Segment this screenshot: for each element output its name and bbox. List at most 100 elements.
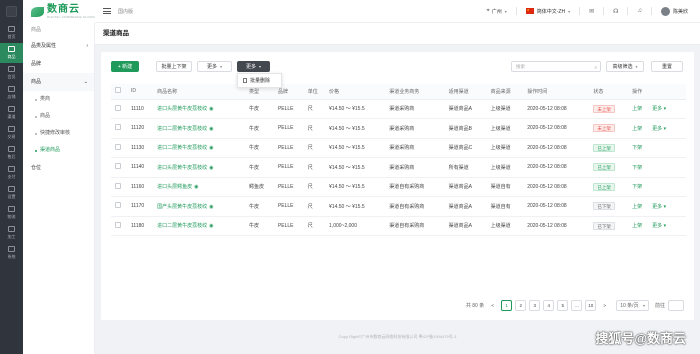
rail-item-7[interactable]: 支付 bbox=[0, 163, 23, 183]
dropdown-menu: 批量删除 bbox=[237, 73, 282, 88]
rail-item-4[interactable]: 渠道 bbox=[0, 103, 23, 123]
more-label: 更多 bbox=[206, 64, 217, 70]
rail-item-0[interactable]: 首页 bbox=[0, 23, 23, 43]
eye-icon[interactable]: ◉ bbox=[209, 126, 213, 132]
avatar[interactable] bbox=[660, 6, 670, 16]
brand-logo[interactable]: 数商云 DIGITAL COMMERCE CLOUD bbox=[23, 0, 95, 23]
page-button[interactable]: 5 bbox=[557, 300, 569, 311]
page-button[interactable]: 2 bbox=[515, 300, 527, 311]
goods-name-link[interactable]: 进口头层黄牛皮荔枝纹 bbox=[157, 106, 207, 112]
cell-price: ¥14.50 ～ ¥15.5 bbox=[325, 138, 386, 158]
row-checkbox[interactable] bbox=[115, 221, 121, 228]
sidebar-subitem-3[interactable]: 渠道商品 bbox=[23, 142, 94, 159]
sidebar-item-goods[interactable]: 商品 ⌄ bbox=[23, 73, 94, 91]
row-checkbox[interactable] bbox=[115, 163, 121, 170]
sidebar-item-position[interactable]: 仓位 bbox=[23, 159, 94, 177]
goto-input[interactable] bbox=[668, 300, 684, 311]
new-button[interactable]: + 新建 bbox=[111, 61, 139, 72]
more-button[interactable]: 更多 ▾ bbox=[197, 61, 232, 72]
shelf-action-link[interactable]: 下架 bbox=[632, 145, 642, 151]
cell-time: 2020-05-12 08:08 bbox=[523, 177, 590, 197]
table-row: 11130 进口二层黄牛皮荔枝纹 ◉ 牛皮 PELLE 尺 ¥14.50 ～ ¥1… bbox=[111, 138, 686, 158]
bell-icon[interactable]: ♫ bbox=[637, 8, 642, 14]
page-button[interactable]: 3 bbox=[529, 300, 541, 311]
advanced-filter-button[interactable]: 高级筛选 ▾ bbox=[606, 61, 644, 72]
status-badge: 已上架 bbox=[593, 182, 615, 191]
brand-name: 数商云 bbox=[47, 3, 80, 15]
shelf-action-link[interactable]: 上架 bbox=[632, 204, 642, 210]
batch-shelf-button[interactable]: 批量上下架 bbox=[156, 61, 192, 72]
rail-item-6[interactable]: 售后 bbox=[0, 143, 23, 163]
rail-item-5[interactable]: 交易 bbox=[0, 123, 23, 143]
cell-price: ¥14.50 ～ ¥15.5 bbox=[325, 99, 386, 119]
eye-icon[interactable]: ◉ bbox=[209, 223, 213, 229]
table-row: 11170 国产头层黄牛皮荔枝纹 ◉ 牛皮 PELLE 尺 ¥14.50 ～ ¥1… bbox=[111, 196, 686, 217]
row-select-cell bbox=[111, 216, 127, 236]
more-dropdown-button[interactable]: 更多 ▾ bbox=[237, 61, 270, 72]
row-checkbox[interactable] bbox=[115, 124, 121, 131]
eye-icon[interactable]: ◉ bbox=[209, 106, 213, 112]
rail-item-3[interactable]: 店铺 bbox=[0, 83, 23, 103]
next-page-button[interactable]: > bbox=[599, 300, 610, 311]
page-button[interactable]: 1 bbox=[501, 300, 513, 311]
shelf-action-link[interactable]: 上架 bbox=[632, 223, 642, 229]
goods-name-link[interactable]: 进口二层黄牛皮荔枝纹 bbox=[157, 223, 207, 229]
chevron-down-icon: ▾ bbox=[504, 8, 507, 14]
prev-page-button[interactable]: < bbox=[487, 300, 498, 311]
more-actions-link[interactable]: 更多 ▾ bbox=[652, 223, 666, 229]
location-selector[interactable]: 广州 bbox=[492, 8, 502, 15]
cell-source: 上级渠道 bbox=[486, 157, 524, 178]
cell-price: ¥14.50 ～ ¥15.5 bbox=[325, 157, 386, 178]
eye-icon[interactable]: ◉ bbox=[209, 204, 213, 210]
more-actions-link[interactable]: 更多 ▾ bbox=[652, 126, 666, 132]
shelf-action-link[interactable]: 下架 bbox=[632, 165, 642, 171]
goods-name-link[interactable]: 进口二层黄牛皮荔枝纹 bbox=[157, 145, 207, 151]
rail-item-8[interactable]: 设置 bbox=[0, 183, 23, 203]
row-checkbox[interactable] bbox=[115, 202, 121, 209]
menu-toggle-icon[interactable] bbox=[103, 7, 111, 16]
language-selector[interactable]: 简体中文-ZH bbox=[537, 8, 565, 15]
shelf-action-link[interactable]: 下架 bbox=[632, 184, 642, 190]
sidebar-item-category[interactable]: 品类及属性 › bbox=[23, 37, 94, 55]
page-button[interactable]: … bbox=[571, 300, 583, 311]
user-name[interactable]: 陈美欣 bbox=[673, 8, 688, 15]
eye-icon[interactable]: ◉ bbox=[209, 145, 213, 151]
eye-icon[interactable]: ◉ bbox=[194, 184, 198, 190]
page-button[interactable]: 4 bbox=[543, 300, 555, 311]
message-icon[interactable]: ✉ bbox=[589, 8, 594, 15]
goods-name-link[interactable]: 国产头层黄牛皮荔枝纹 bbox=[157, 204, 207, 210]
rail-item-1[interactable]: 商品 bbox=[0, 43, 23, 63]
goods-name-link[interactable]: 进口头层鳄鱼皮 bbox=[157, 184, 192, 190]
search-icon[interactable]: ⌕ bbox=[594, 63, 597, 72]
page-size-select[interactable]: 10 条/页 ▾ bbox=[616, 300, 649, 311]
shelf-action-link[interactable]: 上架 bbox=[632, 106, 642, 112]
row-checkbox[interactable] bbox=[115, 143, 121, 150]
rail-item-11[interactable]: 系统 bbox=[0, 243, 23, 263]
batch-delete-item[interactable]: 批量删除 bbox=[250, 77, 270, 84]
sidebar-subitem-0[interactable]: 类商 bbox=[23, 91, 94, 108]
sidebar-subitem-2[interactable]: 快捷修改审核 bbox=[23, 125, 94, 142]
reset-button[interactable]: 重置 bbox=[651, 61, 683, 72]
column-header: 商品来源 bbox=[486, 84, 524, 100]
rail-item-9[interactable]: 物流 bbox=[0, 203, 23, 223]
shelf-action-link[interactable]: 上架 bbox=[632, 126, 642, 132]
member-icon bbox=[8, 66, 15, 72]
rail-item-label: 支付 bbox=[7, 174, 16, 179]
search-input[interactable]: 搜索 ⌕ bbox=[511, 61, 601, 72]
page-button[interactable]: 10 bbox=[585, 300, 597, 311]
row-checkbox[interactable] bbox=[115, 182, 121, 189]
row-checkbox[interactable] bbox=[115, 104, 121, 111]
cell-biz: 渠道采购商 bbox=[385, 118, 445, 139]
rail-item-10[interactable]: 加工 bbox=[0, 223, 23, 243]
goods-name-link[interactable]: 进口二层黄牛皮荔枝纹 bbox=[157, 126, 207, 132]
headset-icon[interactable]: ☊ bbox=[613, 8, 618, 15]
eye-icon[interactable]: ◉ bbox=[209, 165, 213, 171]
sidebar-subitem-1[interactable]: 商品 bbox=[23, 108, 94, 125]
sidebar-item-brand[interactable]: 品牌 bbox=[23, 55, 94, 73]
rail-item-2[interactable]: 会员 bbox=[0, 63, 23, 83]
select-all-checkbox[interactable] bbox=[115, 87, 121, 94]
goods-name-link[interactable]: 进口头层黄牛皮荔枝纹 bbox=[157, 165, 207, 171]
breadcrumb[interactable]: 国内版 bbox=[118, 8, 133, 15]
more-actions-link[interactable]: 更多 ▾ bbox=[652, 204, 666, 210]
more-actions-link[interactable]: 更多 ▾ bbox=[652, 106, 666, 112]
